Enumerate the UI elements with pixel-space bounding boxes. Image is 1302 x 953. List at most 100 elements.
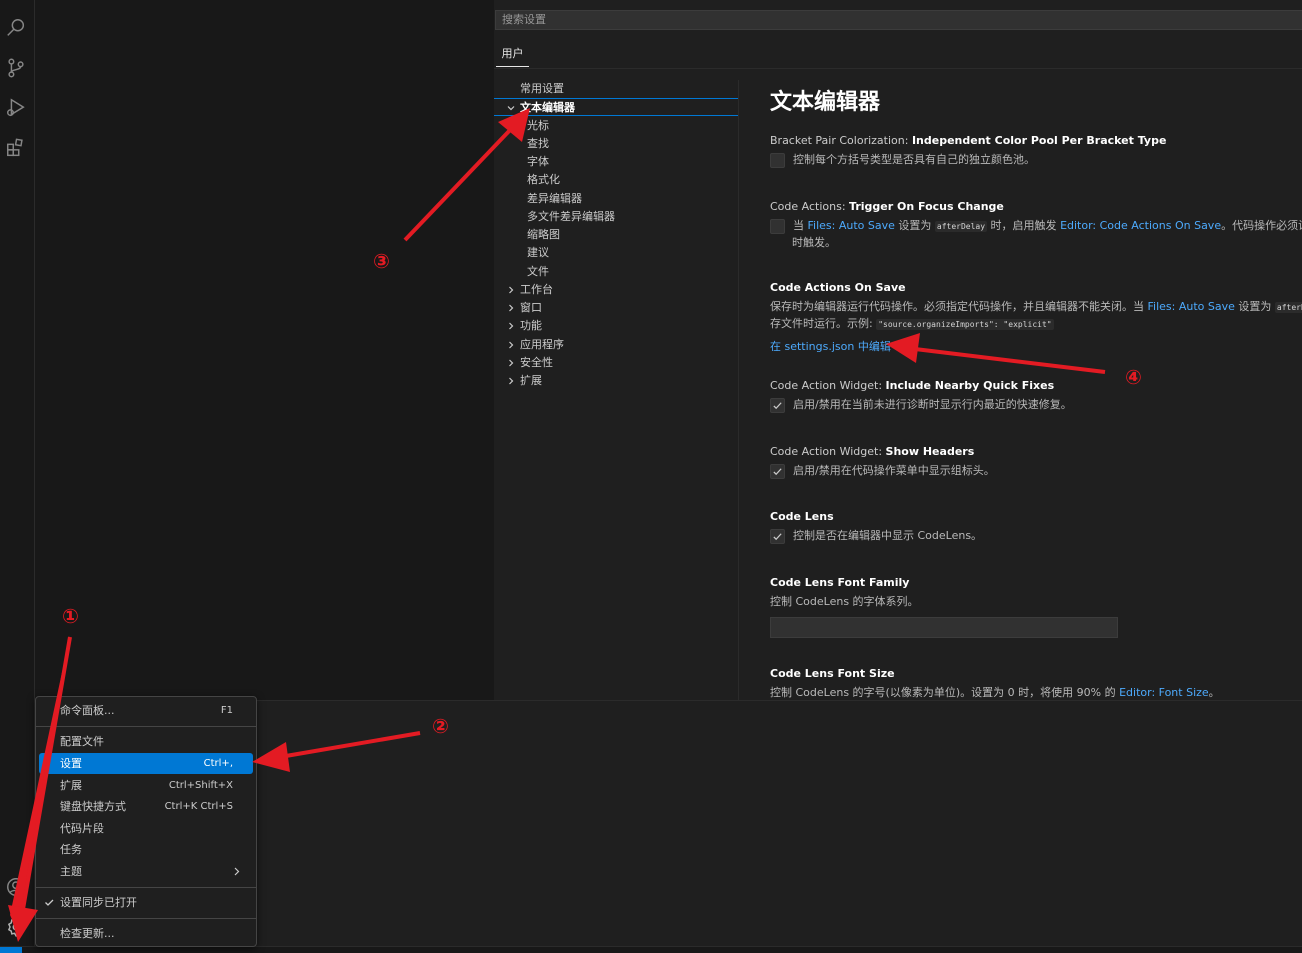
setting-code-lens: Code Lens 控制是否在编辑器中显示 CodeLens。 [770,509,1302,544]
setting-checkbox[interactable] [770,152,785,168]
toc-item[interactable]: 文本编辑器 [494,98,738,116]
setting-bracket-pair-color-pool: Bracket Pair Colorization: Independent C… [770,133,1302,168]
setting-title: Bracket Pair Colorization: Independent C… [770,134,1167,147]
menu-item-label: 任务 [60,843,82,856]
settings-toc: 常用设置文本编辑器光标查找字体格式化差异编辑器多文件差异编辑器缩略图 建议 文件 工作… [494,80,738,400]
menu-item[interactable]: 任务 [39,839,253,860]
menu-item-label: 扩展 [60,779,82,792]
toc-item[interactable]: 安全性 [494,354,738,372]
menu-item[interactable]: 设置同步已打开 [39,892,253,913]
code-actions-on-save-link[interactable]: Editor: Code Actions On Save [1060,219,1221,232]
setting-title: Code Action Widget: Show Headers [770,445,975,458]
menu-item-label: 主题 [60,865,82,878]
chevron-down-icon [506,99,516,117]
menu-item[interactable]: 主题 [39,861,253,882]
toc-item[interactable]: 应用程序 [494,336,738,354]
toc-item-label: 格式化 [527,173,560,186]
toc-item[interactable]: 差异编辑器 [494,190,738,208]
toc-item-label: 常用设置 [520,82,564,95]
settings-editor: 搜索设置 用户 常用设置文本编辑器光标查找字体格式化差异编辑器多文件差异编辑器缩… [494,0,1302,700]
setting-trigger-on-focus-change: Code Actions: Trigger On Focus Change 当 … [770,199,1302,251]
setting-title: Code Lens [770,510,834,523]
toc-item[interactable]: 建议 [494,244,738,262]
run-debug-icon[interactable] [5,97,27,119]
menu-item[interactable]: 代码片段 [39,818,253,839]
setting-checkbox-checked[interactable] [770,463,785,479]
setting-checkbox-checked[interactable] [770,397,785,413]
annotation-2: ② [432,714,449,738]
setting-show-headers: Code Action Widget: Show Headers 启用/禁用在代… [770,444,1302,479]
toc-item-label: 应用程序 [520,338,564,351]
section-title: 文本编辑器 [770,90,881,115]
menu-item[interactable]: 命令面板... F1 [39,700,253,721]
setting-description: 控制 CodeLens 的字号(以像素为单位)。设置为 0 时，将使用 90% … [770,686,1220,699]
manage-gear-icon[interactable] [5,916,27,938]
menu-item-shortcut: F1 [220,705,233,716]
menu-item-shortcut: Ctrl+K Ctrl+S [164,801,233,812]
files-auto-save-link[interactable]: Files: Auto Save [808,219,895,232]
toc-item-label: 光标 [527,119,549,132]
toc-item[interactable]: 查找 [494,135,738,153]
tab-user[interactable]: 用户 [496,44,529,67]
toc-item-label: 文本编辑器 [520,101,575,114]
toc-item[interactable]: 功能 [494,317,738,335]
chevron-right-icon [506,281,516,299]
setting-code-lens-font-family: Code Lens Font Family 控制 CodeLens 的字体系列。 [770,575,1302,638]
menu-item-label: 检查更新... [60,927,115,940]
menu-item[interactable]: 扩展 Ctrl+Shift+X [39,775,253,796]
setting-checkbox-checked[interactable] [770,528,785,544]
setting-description-cont: 存文件时运行。示例: "source.organizeImports": "ex… [770,317,1054,330]
menu-item-label: 代码片段 [60,822,104,835]
setting-title: Code Actions On Save [770,281,906,294]
setting-code-actions-on-save: Code Actions On Save 保存时为编辑器运行代码操作。必须指定代… [770,280,1302,355]
toc-item[interactable]: 多文件差异编辑器 [494,208,738,226]
remote-indicator[interactable] [0,947,22,953]
chevron-right-icon [506,299,516,317]
menu-separator [36,918,256,919]
setting-description: 控制是否在编辑器中显示 CodeLens。 [770,528,1302,544]
toc-item[interactable]: 缩略图 [494,226,738,244]
chevron-right-icon [506,354,516,372]
editor-font-size-link[interactable]: Editor: Font Size [1119,686,1209,699]
chevron-right-icon [506,336,516,354]
setting-description: 当 Files: Auto Save 设置为 afterDelay 时，启用触发… [770,218,1302,235]
toc-item[interactable]: 扩展 [494,372,738,390]
menu-item[interactable]: 配置文件 [39,731,253,752]
source-control-icon[interactable] [5,57,27,79]
chevron-right-icon [506,372,516,390]
setting-checkbox[interactable] [770,218,785,234]
extensions-icon[interactable] [5,137,27,159]
settings-content: 文本编辑器 Bracket Pair Colorization: Indepen… [770,80,1302,700]
toc-item[interactable]: 光标 [494,117,738,135]
toc-item[interactable]: 格式化 [494,171,738,189]
toc-item-label: 字体 [527,155,549,168]
toc-item[interactable]: 字体 [494,153,738,171]
accounts-icon[interactable] [5,876,27,898]
menu-item-label: 键盘快捷方式 [60,800,126,813]
menu-separator [36,887,256,888]
setting-description: 保存时为编辑器运行代码操作。必须指定代码操作，并且编辑器不能关闭。当 Files… [770,299,1302,316]
search-icon[interactable] [5,17,27,39]
menu-item[interactable]: 键盘快捷方式 Ctrl+K Ctrl+S [39,796,253,817]
setting-title: Code Actions: Trigger On Focus Change [770,200,1004,213]
toc-item[interactable]: 窗口 [494,299,738,317]
settings-search-input[interactable]: 搜索设置 [495,10,1302,30]
toc-item[interactable]: 工作台 [494,281,738,299]
toc-item-label: 多文件差异编辑器 [527,210,615,223]
files-auto-save-link[interactable]: Files: Auto Save [1148,300,1235,313]
toc-item[interactable]: 常用设置 [494,80,738,98]
font-family-input[interactable] [770,617,1118,638]
setting-include-nearby-quick-fixes: Code Action Widget: Include Nearby Quick… [770,378,1302,413]
menu-item-label: 命令面板... [60,704,115,717]
menu-item-label: 设置同步已打开 [60,896,137,909]
toc-divider [738,80,739,700]
annotation-4: ④ [1125,365,1142,389]
toc-item-label: 功能 [520,319,542,332]
menu-item-label: 设置 [60,757,82,770]
toc-item[interactable]: 文件 [494,263,738,281]
menu-item[interactable]: 设置 Ctrl+, [39,753,253,774]
edit-in-settings-json-link[interactable]: 在 settings.json 中编辑 [770,339,1302,355]
side-bar [35,0,495,700]
toc-item-label: 查找 [527,137,549,150]
menu-item[interactable]: 检查更新... [39,923,253,944]
